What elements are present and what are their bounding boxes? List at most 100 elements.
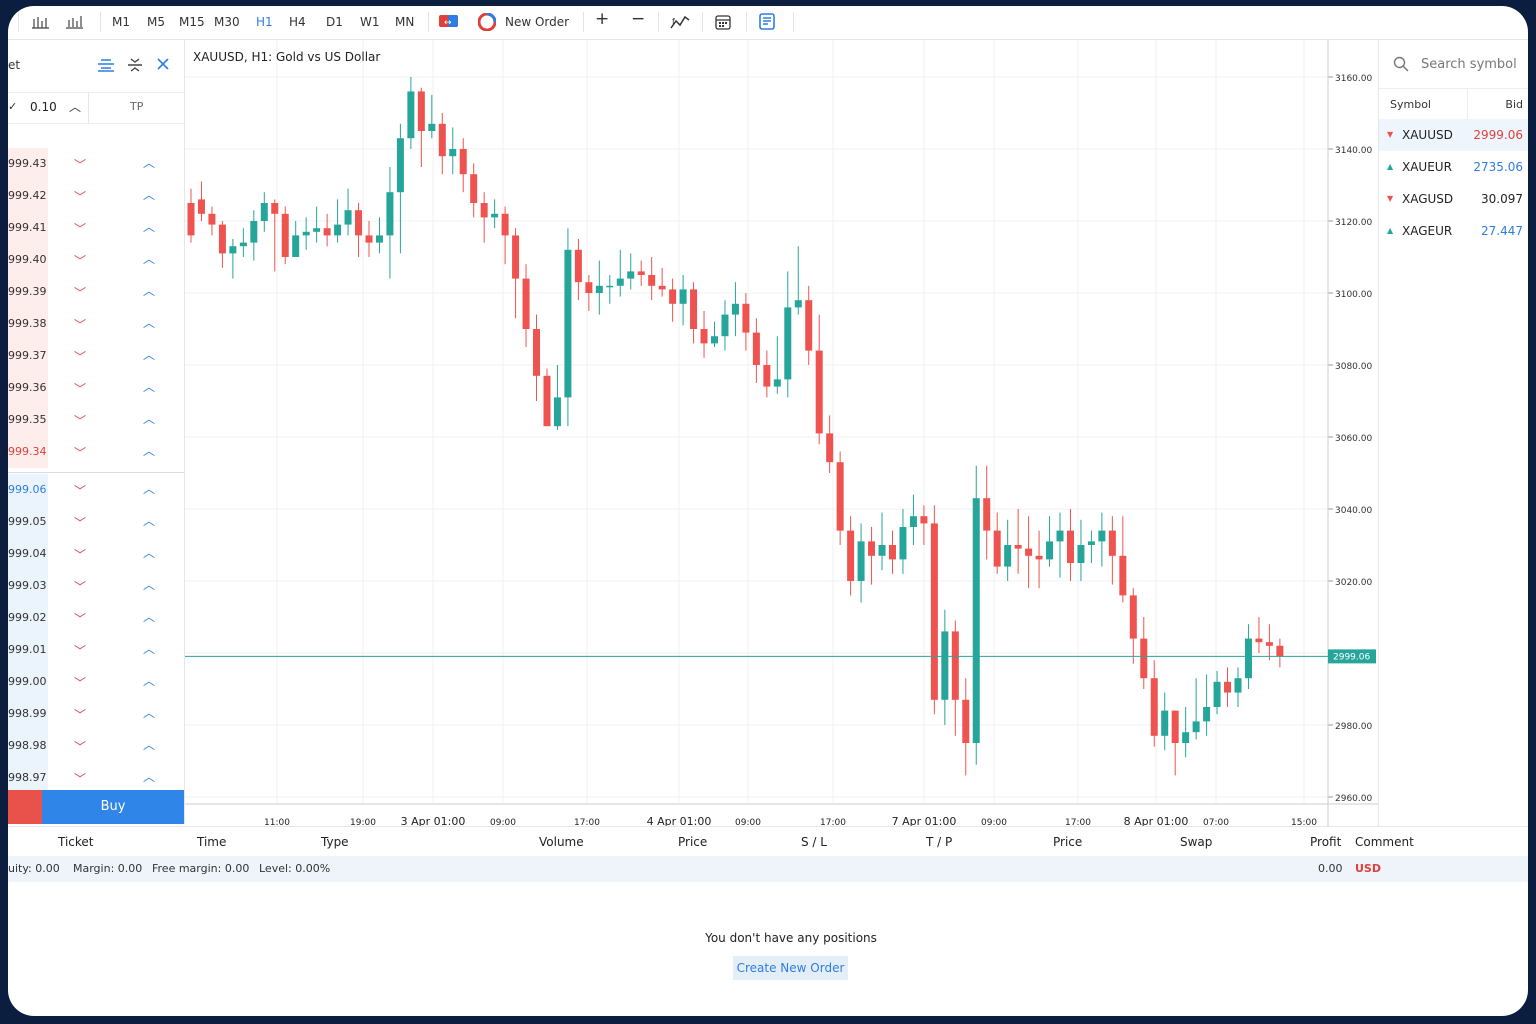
align-center-icon[interactable] [97,58,115,75]
col-symbol[interactable]: Symbol [1390,98,1431,111]
sell-chevron-icon[interactable]: ﹀ [74,770,86,787]
tp-field[interactable]: TP [130,100,143,113]
sell-chevron-icon[interactable]: ﹀ [74,738,86,755]
timeframe-h1[interactable]: H1 [256,14,273,30]
col-price[interactable]: Price [678,835,707,849]
ask-row[interactable]: 999.39 ﹀ ︿ [8,276,184,308]
calendar-icon[interactable] [715,14,731,33]
close-icon[interactable] [157,58,169,73]
bid-row[interactable]: 999.04 ﹀ ︿ [8,538,184,570]
volume-up-chevron-icon[interactable]: ︿ [69,98,81,115]
ask-row[interactable]: 999.43 ﹀ ︿ [8,148,184,180]
sell-chevron-icon[interactable]: ﹀ [74,188,86,205]
ask-row[interactable]: 999.37 ﹀ ︿ [8,340,184,372]
buy-chevron-icon[interactable]: ︿ [143,544,155,561]
watchlist-row[interactable]: ▲ XAUEUR 2735.06 [1379,151,1528,183]
col-sl[interactable]: S / L [801,835,827,849]
buy-chevron-icon[interactable]: ︿ [143,576,155,593]
ask-row[interactable]: 999.41 ﹀ ︿ [8,212,184,244]
sell-chevron-icon[interactable]: ﹀ [74,156,86,173]
new-order-button[interactable]: New Order [505,14,569,30]
search-input[interactable]: Search symbol [1421,57,1517,72]
buy-chevron-icon[interactable]: ︿ [143,480,155,497]
ask-row[interactable]: 999.36 ﹀ ︿ [8,372,184,404]
col-swap[interactable]: Swap [1180,835,1212,849]
bid-row[interactable]: 999.00 ﹀ ︿ [8,666,184,698]
sell-chevron-icon[interactable]: ﹀ [74,348,86,365]
create-new-order-button[interactable]: Create New Order [733,956,848,980]
sell-chevron-icon[interactable]: ﹀ [74,316,86,333]
buy-chevron-icon[interactable]: ︿ [143,154,155,171]
col-type[interactable]: Type [321,835,349,849]
indicators-icon[interactable]: f [670,14,690,33]
buy-chevron-icon[interactable]: ︿ [143,736,155,753]
buy-chevron-icon[interactable]: ︿ [143,672,155,689]
timeframe-m30[interactable]: M30 [214,14,240,30]
collapse-icon[interactable] [127,58,143,75]
ask-row[interactable]: 999.34 ﹀ ︿ [8,436,184,468]
zoom-in-icon[interactable]: + [595,11,609,28]
bid-row[interactable]: 999.03 ﹀ ︿ [8,570,184,602]
timeframe-d1[interactable]: D1 [326,14,343,30]
buy-chevron-icon[interactable]: ︿ [143,410,155,427]
timeframe-m1[interactable]: M1 [112,14,130,30]
col-volume[interactable]: Volume [539,835,584,849]
buy-chevron-icon[interactable]: ︿ [143,768,155,785]
col-tp[interactable]: T / P [926,835,952,849]
sell-chevron-icon[interactable]: ﹀ [74,220,86,237]
timeframe-mn[interactable]: MN [395,14,414,30]
sell-chevron-icon[interactable]: ﹀ [74,252,86,269]
sell-chevron-icon[interactable]: ﹀ [74,284,86,301]
buy-chevron-icon[interactable]: ︿ [143,704,155,721]
buy-chevron-icon[interactable]: ︿ [143,608,155,625]
chevron-down-icon[interactable]: ✓ [8,100,17,113]
watchlist-row[interactable]: ▼ XAUUSD 2999.06 [1379,119,1528,151]
col-current-price[interactable]: Price [1053,835,1082,849]
bid-row[interactable]: 999.02 ﹀ ︿ [8,602,184,634]
watchlist-row[interactable]: ▲ XAGEUR 27.447 [1379,215,1528,247]
watchlist-row[interactable]: ▼ XAGUSD 30.097 [1379,183,1528,215]
candles-icon[interactable] [66,15,84,32]
sell-chevron-icon[interactable]: ﹀ [74,412,86,429]
col-profit[interactable]: Profit [1310,835,1341,849]
zoom-out-icon[interactable]: − [631,11,645,28]
ask-row[interactable]: 999.38 ﹀ ︿ [8,308,184,340]
sell-chevron-icon[interactable]: ﹀ [74,444,86,461]
col-comment[interactable]: Comment [1355,835,1414,849]
sell-chevron-icon[interactable]: ﹀ [74,706,86,723]
sell-chevron-icon[interactable]: ﹀ [74,514,86,531]
bid-row[interactable]: 999.01 ﹀ ︿ [8,634,184,666]
buy-chevron-icon[interactable]: ︿ [143,442,155,459]
col-ticket[interactable]: Ticket [58,835,94,849]
price-chart[interactable]: 3160.00 3140.00 3120.00 3100.00 3080.00 3060.… [185,40,1378,826]
col-time[interactable]: Time [197,835,226,849]
buy-chevron-icon[interactable]: ︿ [143,640,155,657]
buy-chevron-icon[interactable]: ︿ [143,512,155,529]
ask-row[interactable]: 999.35 ﹀ ︿ [8,404,184,436]
sell-chevron-icon[interactable]: ﹀ [74,482,86,499]
ask-row[interactable]: 999.40 ﹀ ︿ [8,244,184,276]
sell-chevron-icon[interactable]: ﹀ [74,380,86,397]
sell-chevron-icon[interactable]: ﹀ [74,674,86,691]
timeframe-h4[interactable]: H4 [289,14,306,30]
one-click-trading-icon[interactable]: ↔ [439,14,459,31]
sell-chevron-icon[interactable]: ﹀ [74,610,86,627]
new-order-icon[interactable] [477,12,497,34]
buy-button[interactable]: Buy [42,790,184,824]
ask-row[interactable]: 999.42 ﹀ ︿ [8,180,184,212]
buy-chevron-icon[interactable]: ︿ [143,250,155,267]
buy-chevron-icon[interactable]: ︿ [143,378,155,395]
bid-row[interactable]: 999.06 ﹀ ︿ [8,474,184,506]
volume-input[interactable]: 0.10 [30,100,57,114]
bid-row[interactable]: 999.05 ﹀ ︿ [8,506,184,538]
bar-chart-icon[interactable] [32,15,50,32]
bid-row[interactable]: 998.98 ﹀ ︿ [8,730,184,762]
buy-chevron-icon[interactable]: ︿ [143,282,155,299]
journal-icon[interactable] [759,13,775,33]
sell-chevron-icon[interactable]: ﹀ [74,546,86,563]
timeframe-m15[interactable]: M15 [179,14,205,30]
buy-chevron-icon[interactable]: ︿ [143,346,155,363]
buy-chevron-icon[interactable]: ︿ [143,314,155,331]
sell-chevron-icon[interactable]: ﹀ [74,642,86,659]
bid-row[interactable]: 998.99 ﹀ ︿ [8,698,184,730]
